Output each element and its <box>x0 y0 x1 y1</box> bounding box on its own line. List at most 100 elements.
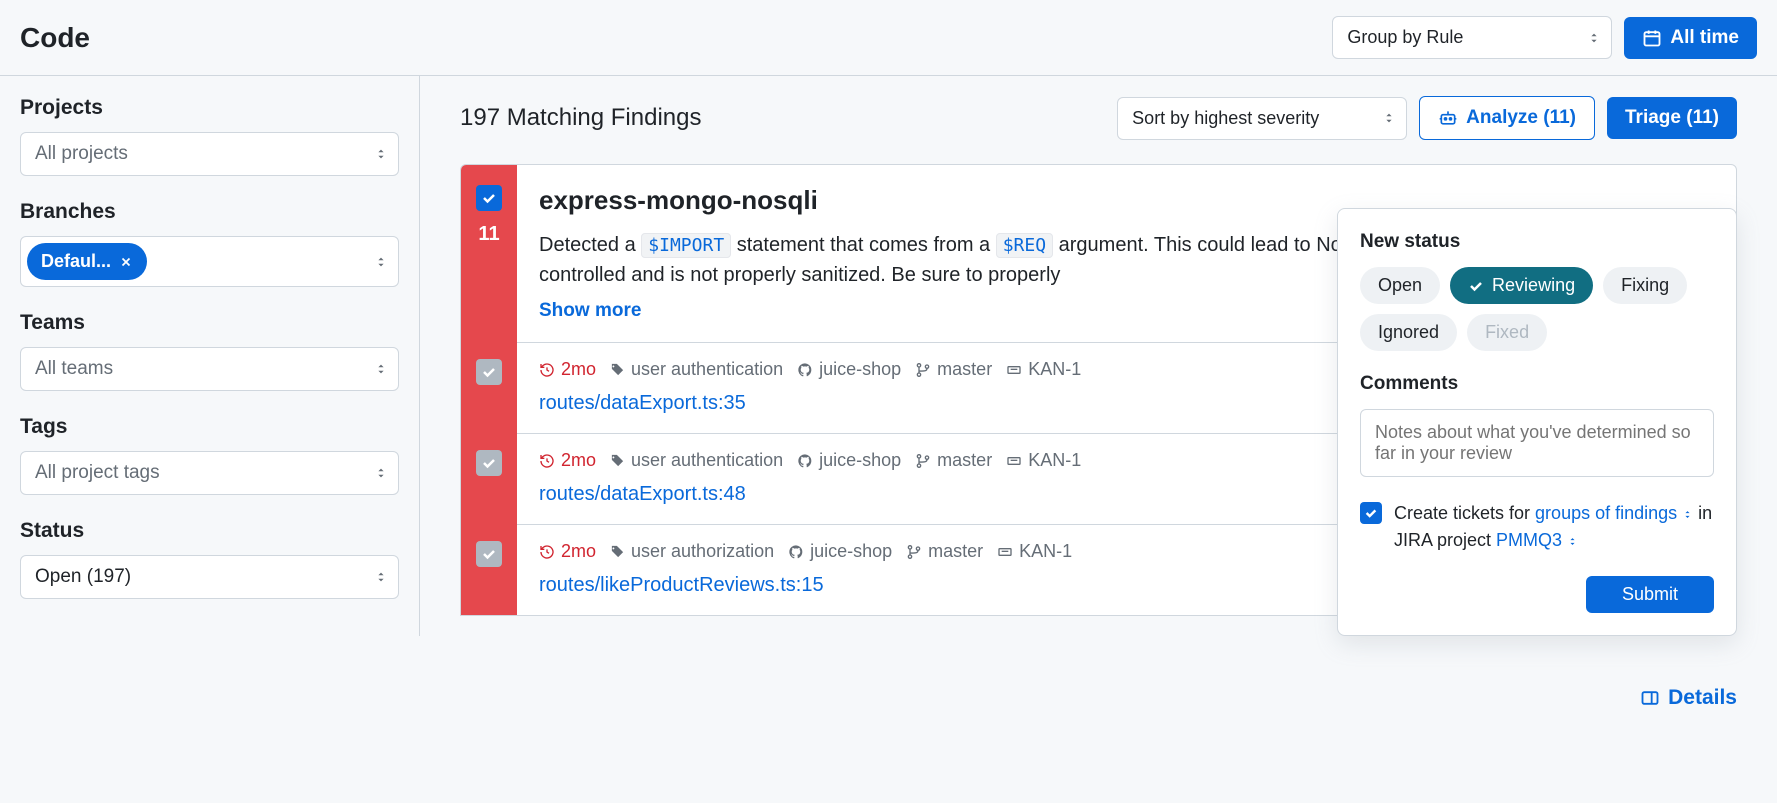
branches-label: Branches <box>20 200 399 224</box>
status-select[interactable]: Open (197) <box>20 555 399 599</box>
jira-project-link[interactable]: PMMQ3 <box>1496 530 1578 550</box>
chevron-updown-icon <box>1682 509 1693 520</box>
check-icon <box>481 364 497 380</box>
check-icon <box>481 546 497 562</box>
branch-chip-label: Defaul... <box>41 251 111 272</box>
finding-repo: juice-shop <box>788 541 892 562</box>
status-pill-open[interactable]: Open <box>1360 267 1440 304</box>
teams-select[interactable]: All teams <box>20 347 399 391</box>
sort-select[interactable]: Sort by highest severity <box>1117 97 1407 140</box>
github-icon <box>797 362 813 378</box>
history-icon <box>539 453 555 469</box>
check-icon <box>481 190 497 206</box>
tag-icon <box>610 362 625 377</box>
finding-age: 2mo <box>539 359 596 380</box>
branch-chip-remove[interactable] <box>119 255 133 269</box>
finding-tag: user authentication <box>610 450 783 471</box>
finding-repo: juice-shop <box>797 450 901 471</box>
group-count: 11 <box>478 223 499 246</box>
finding-age: 2mo <box>539 541 596 562</box>
branch-icon <box>915 453 931 469</box>
chevron-updown-icon <box>374 255 388 269</box>
finding-branch: master <box>906 541 983 562</box>
show-more-link[interactable]: Show more <box>539 300 641 322</box>
tag-icon <box>610 453 625 468</box>
ticket-icon <box>1006 453 1022 469</box>
chevron-updown-icon <box>1587 31 1601 45</box>
tags-value: All project tags <box>35 462 160 484</box>
github-icon <box>797 453 813 469</box>
projects-value: All projects <box>35 143 128 165</box>
ticket-text: Create tickets for groups of findings in… <box>1394 500 1714 554</box>
file-link[interactable]: routes/dataExport.ts:35 <box>539 392 746 414</box>
time-range-label: All time <box>1670 27 1739 49</box>
finding-tag: user authentication <box>610 359 783 380</box>
desc-text: statement that comes from a <box>737 234 996 256</box>
status-pill-fixing[interactable]: Fixing <box>1603 267 1687 304</box>
status-pill-fixed: Fixed <box>1467 314 1547 351</box>
check-icon <box>1468 278 1484 294</box>
panel-icon <box>1640 688 1660 708</box>
teams-label: Teams <box>20 311 399 335</box>
finding-ticket: KAN-1 <box>1006 359 1081 380</box>
jira-project-label: PMMQ3 <box>1496 530 1562 550</box>
status-label: Status <box>20 519 399 543</box>
status-pill-ignored[interactable]: Ignored <box>1360 314 1457 351</box>
history-icon <box>539 544 555 560</box>
submit-button[interactable]: Submit <box>1586 576 1714 613</box>
branches-select[interactable]: Defaul... <box>20 236 399 287</box>
item-checkbox[interactable] <box>476 359 502 385</box>
chevron-updown-icon <box>374 362 388 376</box>
tags-select[interactable]: All project tags <box>20 451 399 495</box>
details-link[interactable]: Details <box>1640 686 1737 710</box>
status-pill-reviewing[interactable]: Reviewing <box>1450 267 1593 304</box>
tag-icon <box>610 544 625 559</box>
check-icon <box>1364 506 1378 520</box>
branch-icon <box>915 362 931 378</box>
finding-branch: master <box>915 359 992 380</box>
projects-label: Projects <box>20 96 399 120</box>
projects-select[interactable]: All projects <box>20 132 399 176</box>
finding-ticket: KAN-1 <box>1006 450 1081 471</box>
triage-button[interactable]: Triage (11) <box>1607 97 1737 139</box>
item-checkbox[interactable] <box>476 450 502 476</box>
ticket-icon <box>1006 362 1022 378</box>
branch-icon <box>906 544 922 560</box>
comments-label: Comments <box>1360 373 1714 395</box>
file-link[interactable]: routes/dataExport.ts:48 <box>539 483 746 505</box>
ticket-icon <box>997 544 1013 560</box>
finding-repo: juice-shop <box>797 359 901 380</box>
time-range-button[interactable]: All time <box>1624 17 1757 59</box>
check-icon <box>481 455 497 471</box>
code-token: $IMPORT <box>641 233 731 258</box>
details-label: Details <box>1668 686 1737 710</box>
file-link[interactable]: routes/likeProductReviews.ts:15 <box>539 574 824 596</box>
triage-popover: New status Open Reviewing Fixing Ignored… <box>1337 208 1737 636</box>
finding-age: 2mo <box>539 450 596 471</box>
finding-tag: user authorization <box>610 541 774 562</box>
sort-value: Sort by highest severity <box>1132 108 1319 129</box>
new-status-label: New status <box>1360 231 1714 253</box>
robot-icon <box>1438 108 1458 128</box>
groups-link-label: groups of findings <box>1535 503 1677 523</box>
branch-chip[interactable]: Defaul... <box>27 243 147 280</box>
github-icon <box>788 544 804 560</box>
chevron-updown-icon <box>1382 111 1396 125</box>
create-tickets-checkbox[interactable] <box>1360 502 1382 524</box>
status-value: Open (197) <box>35 566 131 588</box>
status-pill-reviewing-label: Reviewing <box>1492 275 1575 296</box>
chevron-updown-icon <box>374 466 388 480</box>
comments-input[interactable] <box>1360 409 1714 477</box>
chevron-updown-icon <box>1567 536 1578 547</box>
finding-ticket: KAN-1 <box>997 541 1072 562</box>
history-icon <box>539 362 555 378</box>
analyze-label: Analyze (11) <box>1466 107 1576 129</box>
analyze-button[interactable]: Analyze (11) <box>1419 96 1595 140</box>
groups-link[interactable]: groups of findings <box>1535 503 1693 523</box>
group-checkbox[interactable] <box>476 185 502 211</box>
item-checkbox[interactable] <box>476 541 502 567</box>
code-token: $REQ <box>996 233 1053 258</box>
desc-text: Detected a <box>539 234 641 256</box>
findings-heading: 197 Matching Findings <box>460 104 701 132</box>
group-by-select[interactable]: Group by Rule <box>1332 16 1612 59</box>
